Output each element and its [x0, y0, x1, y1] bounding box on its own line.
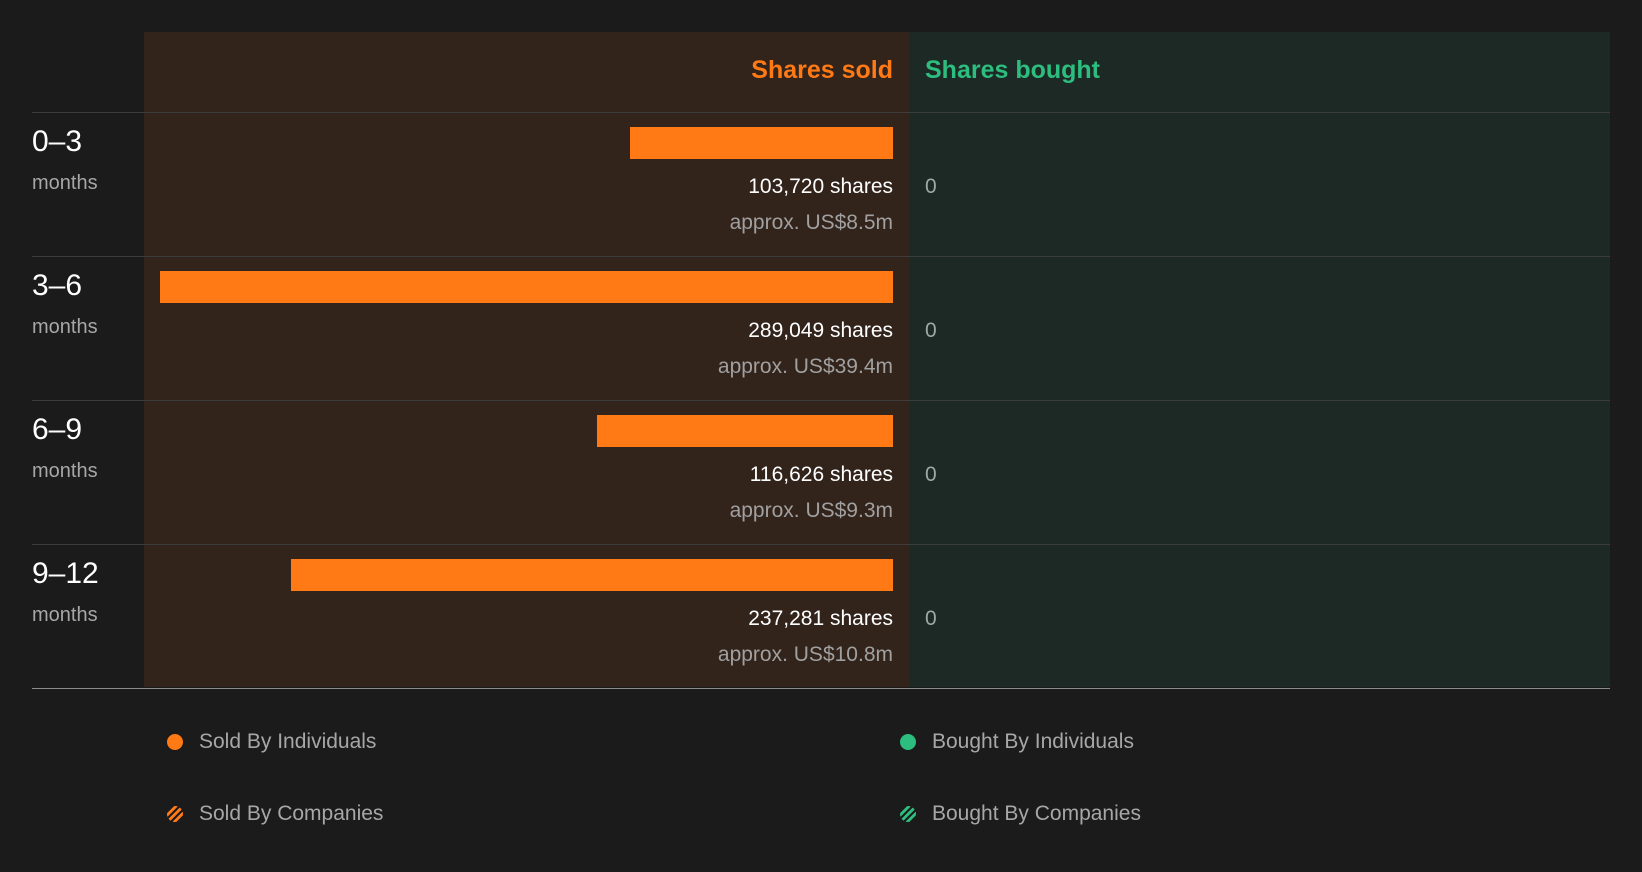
- bought-shares-label: 0: [925, 175, 937, 198]
- period-unit: months: [32, 460, 98, 482]
- sold-value-label: approx. US$39.4m: [717, 355, 893, 378]
- legend-label: Sold By Individuals: [199, 730, 377, 753]
- solid-dot-icon: [167, 734, 183, 750]
- sold-value-label: approx. US$10.8m: [717, 643, 893, 666]
- bought-shares-label: 0: [925, 319, 937, 342]
- legend-item: Bought By Individuals: [900, 727, 1134, 757]
- legend-label: Bought By Companies: [932, 802, 1141, 825]
- sold-value-label: approx. US$9.3m: [729, 499, 893, 522]
- table-row: 3–6 months 289,049 shares approx. US$39.4m 0: [0, 256, 1642, 400]
- legend-item: Sold By Individuals: [167, 727, 376, 757]
- period-unit: months: [32, 604, 98, 626]
- sold-shares-label: 289,049 shares: [748, 319, 893, 342]
- sold-shares-label: 237,281 shares: [748, 607, 893, 630]
- shares-bought-header: Shares bought: [925, 56, 1101, 84]
- legend-label: Sold By Companies: [199, 802, 384, 825]
- sold-bar: [597, 415, 893, 447]
- sold-value-label: approx. US$8.5m: [729, 211, 893, 234]
- period-label: 9–12: [32, 557, 99, 590]
- sold-shares-label: 103,720 shares: [748, 175, 893, 198]
- period-label: 0–3: [32, 125, 83, 158]
- striped-dot-icon: [900, 806, 916, 822]
- bought-shares-label: 0: [925, 607, 937, 630]
- table-row: 0–3 months 103,720 shares approx. US$8.5m 0: [0, 112, 1642, 256]
- striped-dot-icon: [167, 806, 183, 822]
- sold-bar: [291, 559, 893, 591]
- chart-baseline: [32, 688, 1610, 689]
- period-label: 3–6: [32, 269, 83, 302]
- table-row: 6–9 months 116,626 shares approx. US$9.3m 0: [0, 400, 1642, 544]
- solid-dot-icon: [900, 734, 916, 750]
- table-row: 9–12 months 237,281 shares approx. US$10.8m…: [0, 544, 1642, 688]
- legend-item: Bought By Companies: [900, 799, 1141, 829]
- period-unit: months: [32, 316, 98, 338]
- sold-bar: [629, 127, 893, 159]
- sold-shares-label: 116,626 shares: [749, 463, 893, 486]
- period-label: 6–9: [32, 413, 83, 446]
- sold-bar: [160, 271, 893, 303]
- period-unit: months: [32, 172, 98, 194]
- legend-item: Sold By Companies: [167, 799, 383, 829]
- shares-sold-header: Shares sold: [751, 56, 893, 84]
- bought-shares-label: 0: [925, 463, 937, 486]
- legend-label: Bought By Individuals: [932, 730, 1134, 753]
